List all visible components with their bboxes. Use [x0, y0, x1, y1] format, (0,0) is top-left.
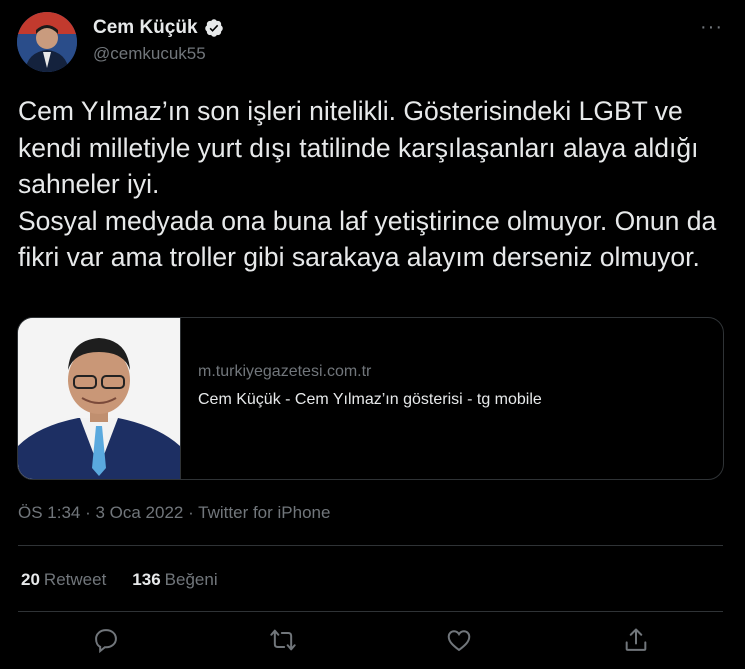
tweet-meta[interactable]: ÖS 1:34 · 3 Oca 2022 · Twitter for iPhon…: [18, 503, 330, 523]
like-icon[interactable]: [445, 626, 473, 654]
display-name-text: Cem Küçük: [93, 17, 198, 38]
divider-top: [18, 545, 723, 546]
verified-badge-icon: [204, 19, 223, 37]
divider-bottom: [18, 611, 723, 612]
display-name[interactable]: Cem Küçük: [93, 17, 224, 39]
tweet-stats: 20 Retweet 136 Beğeni: [21, 570, 218, 590]
avatar-image: [17, 12, 77, 72]
like-count: 136: [132, 570, 161, 589]
like-stat[interactable]: 136 Beğeni: [132, 570, 217, 590]
more-options-icon[interactable]: ···: [700, 16, 723, 39]
link-preview-card[interactable]: m.turkiyegazetesi.com.tr Cem Küçük - Cem…: [17, 317, 724, 480]
retweet-label: Retweet: [43, 570, 107, 589]
tweet-text: Cem Yılmaz’ın son işleri nitelikli. Göst…: [18, 96, 717, 272]
handle[interactable]: @cemkucuk55: [93, 44, 206, 64]
retweet-stat[interactable]: 20 Retweet: [21, 570, 106, 590]
card-thumbnail: [18, 318, 181, 479]
card-domain: m.turkiyegazetesi.com.tr: [198, 363, 372, 380]
card-title: Cem Küçük - Cem Yılmaz’ın gösterisi - tg…: [198, 391, 542, 408]
avatar[interactable]: [17, 12, 77, 72]
retweet-icon[interactable]: [269, 626, 297, 654]
like-label: Beğeni: [164, 570, 218, 589]
retweet-count: 20: [21, 570, 40, 589]
share-icon[interactable]: [622, 626, 650, 654]
reply-icon[interactable]: [92, 626, 120, 654]
